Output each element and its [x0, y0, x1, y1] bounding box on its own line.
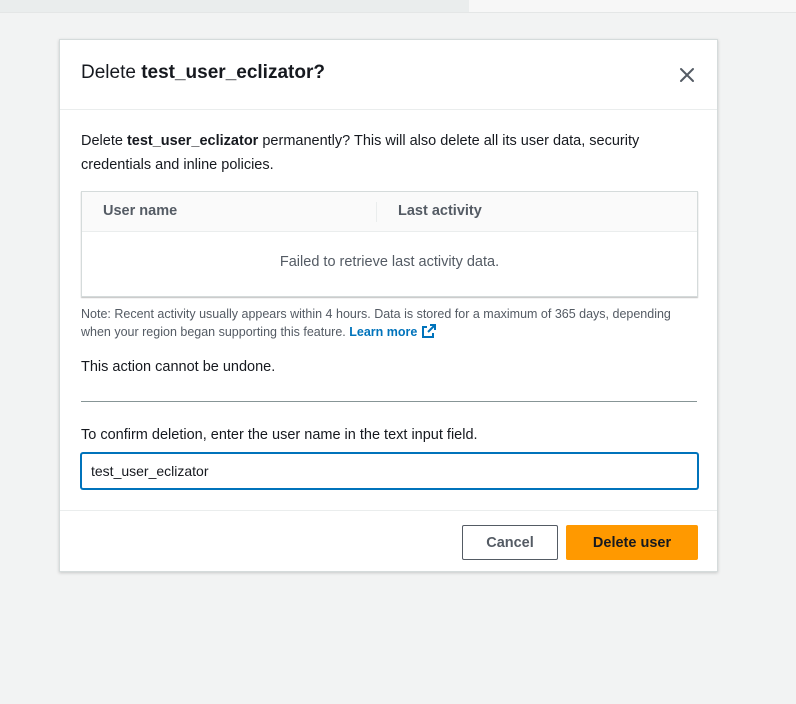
activity-note: Note: Recent activity usually appears wi… — [81, 305, 681, 341]
column-divider — [376, 202, 377, 222]
dialog-footer: Cancel Delete user — [60, 510, 717, 573]
delete-user-button[interactable]: Delete user — [566, 525, 698, 560]
description-username: test_user_eclizator — [126, 133, 259, 149]
table-error-message: Failed to retrieve last activity data. — [279, 254, 500, 270]
delete-user-dialog: Delete test_user_eclizator? Delete test_… — [59, 39, 718, 572]
close-button[interactable] — [675, 63, 699, 87]
cancel-button[interactable]: Cancel — [462, 525, 558, 560]
confirm-instruction-label: To confirm deletion, enter the user name… — [81, 427, 478, 443]
undone-warning: This action cannot be undone. — [81, 359, 276, 375]
learn-more-label: Learn more — [349, 325, 418, 339]
table-header: User name Last activity — [82, 192, 697, 232]
dialog-title-prefix: Delete — [81, 62, 142, 83]
last-activity-table: User name Last activity Failed to retrie… — [81, 191, 698, 297]
section-divider — [81, 401, 697, 402]
confirm-username-input[interactable] — [81, 453, 698, 489]
background-header-strip-right — [469, 0, 796, 13]
external-link-icon — [422, 324, 437, 338]
description-prefix: Delete — [81, 133, 127, 149]
dialog-header: Delete test_user_eclizator? — [60, 40, 717, 110]
close-icon — [680, 68, 694, 82]
column-header-last-activity: Last activity — [398, 203, 482, 219]
learn-more-link[interactable]: Learn more — [349, 324, 437, 339]
dialog-title: Delete test_user_eclizator? — [81, 62, 325, 84]
column-header-user-name: User name — [103, 203, 178, 219]
dialog-title-username: test_user_eclizator? — [141, 62, 325, 83]
dialog-description: Delete test_user_eclizator permanently? … — [81, 129, 693, 177]
